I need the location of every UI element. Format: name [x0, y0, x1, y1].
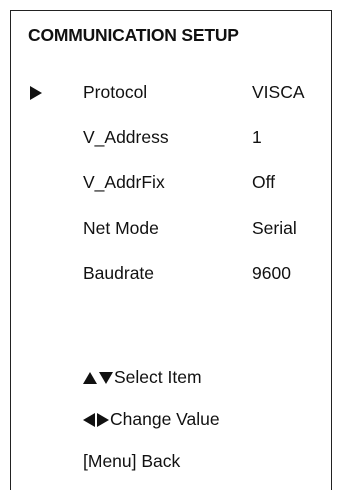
hint-back-label: [Menu] Back: [83, 451, 181, 471]
hint-change-value: Change Value: [83, 409, 220, 430]
left-right-arrows: [83, 412, 109, 427]
menu-item-protocol[interactable]: Protocol VISCA: [11, 80, 331, 106]
triangle-left-icon: [83, 412, 95, 427]
menu-item-value[interactable]: 9600: [252, 263, 291, 284]
menu-item-value[interactable]: VISCA: [252, 82, 305, 103]
menu-title: COMMUNICATION SETUP: [28, 25, 239, 45]
hint-select-item: Select Item: [83, 367, 202, 388]
menu-item-label: V_Address: [83, 127, 169, 147]
menu-item-net-mode[interactable]: Net Mode Serial: [11, 216, 331, 242]
hint-menu-back: [Menu] Back: [83, 451, 180, 472]
up-down-arrows: [83, 371, 113, 384]
menu-item-label: Baudrate: [83, 263, 155, 283]
hint-select-label: Select Item: [114, 367, 202, 387]
menu-item-baudrate[interactable]: Baudrate 9600: [11, 261, 331, 287]
menu-item-value[interactable]: Off: [252, 172, 275, 193]
menu-item-value[interactable]: 1: [252, 127, 262, 148]
menu-item-label: V_AddrFix: [83, 172, 165, 192]
menu-item-label: Protocol: [83, 82, 148, 102]
selection-cursor-icon: [30, 86, 42, 100]
menu-item-v-addrfix[interactable]: V_AddrFix Off: [11, 170, 331, 196]
triangle-up-icon: [83, 371, 97, 384]
triangle-right-icon: [97, 412, 109, 427]
osd-menu-panel: COMMUNICATION SETUP Protocol VISCA V_Add…: [10, 10, 332, 490]
menu-item-v-address[interactable]: V_Address 1: [11, 125, 331, 151]
triangle-down-icon: [99, 371, 113, 384]
menu-item-label: Net Mode: [83, 218, 159, 238]
menu-item-value[interactable]: Serial: [252, 218, 297, 239]
hint-change-label: Change Value: [110, 409, 220, 429]
